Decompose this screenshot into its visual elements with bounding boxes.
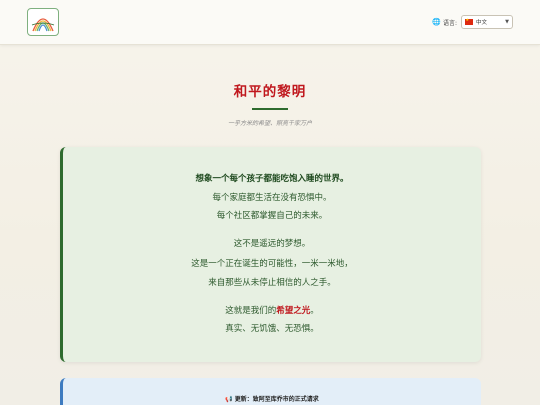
- message-line-6: 来自那些从未停止相信的人之手。: [208, 278, 336, 288]
- chevron-down-icon: ▼: [505, 19, 509, 25]
- megaphone-icon: 📢: [225, 396, 233, 403]
- update-text: 更新：致阿至库乔市的正式请求: [234, 396, 319, 403]
- language-label-text: 语言:: [442, 19, 457, 27]
- message-line-7-suffix: 。: [310, 306, 319, 316]
- message-line-1: 想象一个每个孩子都能吃饱入睡的世界。: [195, 174, 349, 184]
- message-line-2: 每个家庭都生活在没有恐惧中。: [212, 193, 332, 203]
- site-header: 🌐 语言: 中文 ▼: [0, 0, 540, 45]
- message-line-7: 这就是我们的希望之光。: [63, 304, 481, 316]
- title-divider: [252, 108, 288, 110]
- globe-icon: 🌐: [432, 18, 441, 26]
- site-logo[interactable]: [27, 8, 59, 36]
- update-banner-content: 📢 更新：致阿至库乔市的正式请求: [63, 394, 481, 403]
- language-switcher: 🌐 语言: 中文 ▼: [432, 14, 513, 30]
- message-line-8: 真实、无饥饿、无恐惧。: [225, 324, 319, 334]
- page-subtitle: 一乎方米的希望、照亮千家万户: [227, 120, 312, 127]
- language-label: 🌐 语言:: [432, 18, 457, 27]
- message-line-5: 这是一个正在诞生的可能性，一米一米地，: [191, 259, 353, 269]
- update-banner[interactable]: 📢 更新：致阿至库乔市的正式请求: [60, 378, 481, 405]
- language-selected-value: 中文: [476, 20, 488, 26]
- message-line-4: 这不是遥远的梦想。: [233, 239, 311, 249]
- page-title: 和平的黎明: [233, 84, 307, 100]
- rainbow-logo-icon: [31, 18, 55, 32]
- china-flag-icon: [465, 17, 473, 25]
- hope-highlight: 希望之光: [276, 306, 311, 316]
- vision-message-card: 想象一个每个孩子都能吃饱入睡的世界。 每个家庭都生活在没有恐惧中。 每个社区都掌…: [60, 147, 481, 362]
- message-line-3: 每个社区都掌握自己的未来。: [216, 211, 328, 221]
- message-line-7-prefix: 这就是我们的: [225, 306, 277, 316]
- language-select[interactable]: 中文 ▼: [461, 15, 513, 29]
